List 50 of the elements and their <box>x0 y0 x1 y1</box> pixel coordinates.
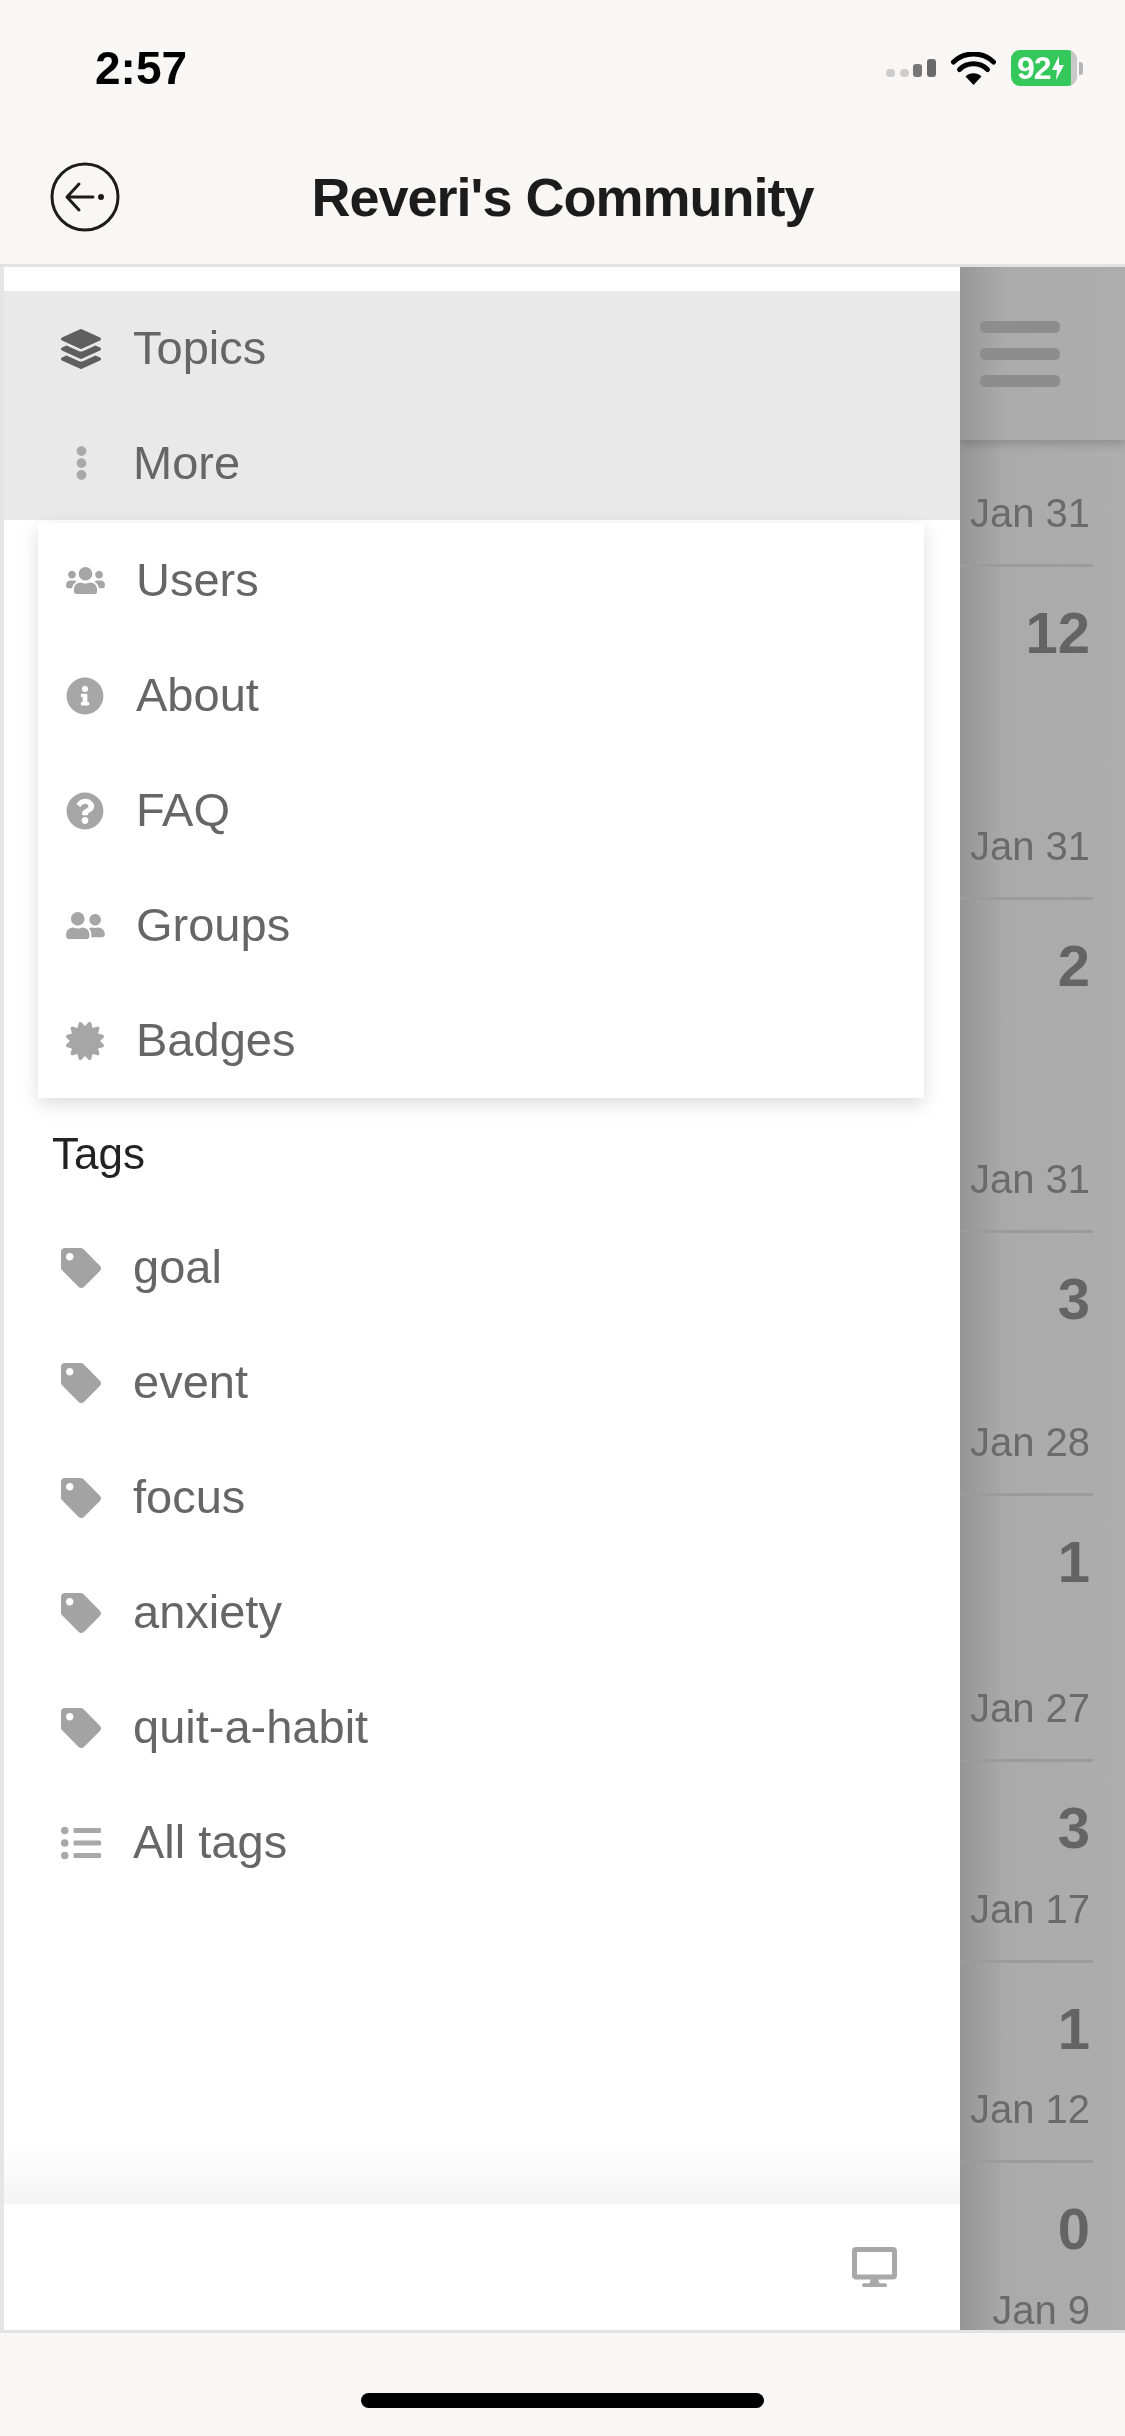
tag-link[interactable]: focus <box>4 1440 960 1555</box>
tag-icon <box>61 1477 101 1518</box>
seal-icon <box>66 1021 104 1060</box>
monitor-icon <box>852 2247 897 2287</box>
topic-date: Jan 27 <box>969 1688 1090 1728</box>
more-toggle[interactable]: More <box>4 406 960 520</box>
topic-date: Jan 12 <box>969 2089 1090 2129</box>
topic-date: Jan 9 <box>992 2290 1090 2330</box>
menu-item[interactable]: Groups <box>38 868 924 983</box>
tag-icon <box>61 1592 101 1633</box>
status-time: 2:57 <box>95 45 188 91</box>
battery-percent: 92 <box>1017 52 1051 84</box>
topic-count: 1 <box>1057 1533 1090 1591</box>
topic-count: 3 <box>1057 1799 1090 1857</box>
topic-count: 0 <box>1057 2200 1090 2258</box>
all-tags-link[interactable]: All tags <box>4 1785 960 1900</box>
sidebar-item[interactable]: Topics <box>4 291 960 406</box>
tag-link[interactable]: anxiety <box>4 1555 960 1670</box>
topic-count: 2 <box>1057 937 1090 995</box>
tag-link[interactable]: quit-a-habit <box>4 1670 960 1785</box>
layers-icon <box>61 328 101 369</box>
desktop-view-button[interactable] <box>852 2247 897 2287</box>
tag-icon <box>61 1362 101 1403</box>
topic-count: 1 <box>1057 2000 1090 2058</box>
menu-item[interactable]: FAQ <box>38 753 924 868</box>
menu-icon[interactable] <box>980 320 1060 387</box>
back-button[interactable] <box>50 162 120 232</box>
menu-item[interactable]: Users <box>38 523 924 638</box>
tag-icon <box>61 1707 101 1748</box>
section-heading: Tags <box>52 1132 145 1176</box>
topic-count: 12 <box>1025 604 1090 662</box>
tag-link[interactable]: event <box>4 1325 960 1440</box>
topic-date: Jan 31 <box>969 493 1090 533</box>
topic-date: Jan 31 <box>969 826 1090 866</box>
topic-date: Jan 17 <box>969 1889 1090 1929</box>
topic-date: Jan 31 <box>969 1159 1090 1199</box>
people-icon <box>65 565 105 596</box>
two-people-icon <box>65 910 105 941</box>
tag-icon <box>61 1247 101 1288</box>
signal-icon <box>886 59 936 77</box>
menu-item[interactable]: About <box>38 638 924 753</box>
tag-link[interactable]: goal <box>4 1210 960 1325</box>
topic-date: Jan 28 <box>969 1422 1090 1462</box>
vertical-ellipsis-icon <box>74 445 88 481</box>
question-mark-icon <box>66 791 104 830</box>
menu-item[interactable]: Badges <box>38 983 924 1098</box>
info-icon <box>66 676 104 715</box>
topic-count: 3 <box>1057 1270 1090 1328</box>
wifi-icon <box>951 51 996 85</box>
bolt-icon <box>1051 56 1064 80</box>
